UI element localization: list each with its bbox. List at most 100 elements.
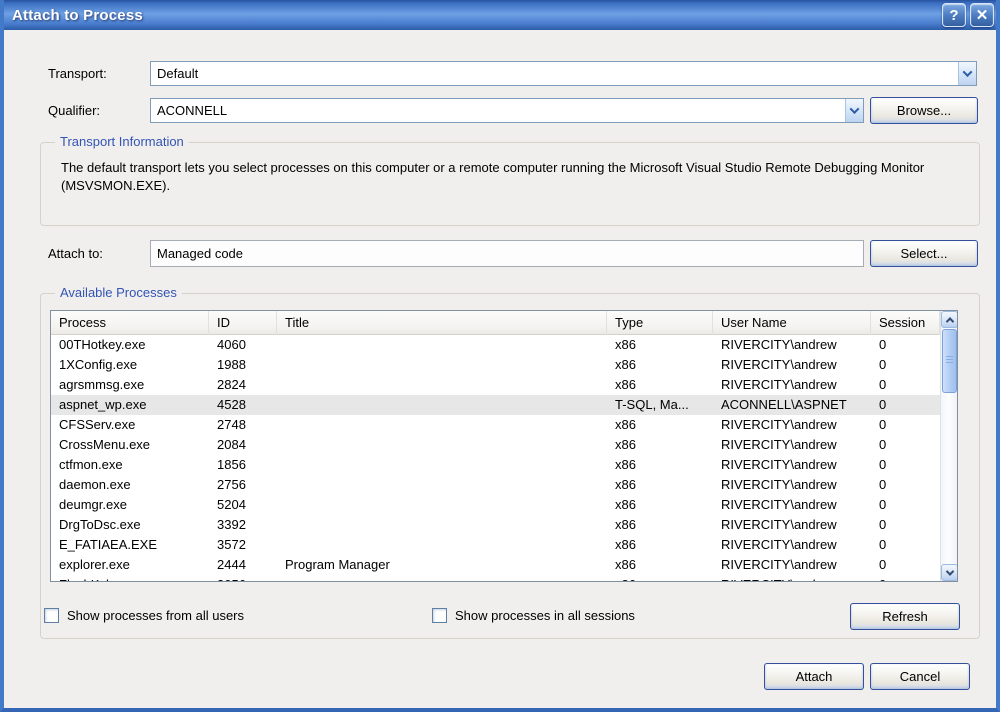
cancel-button-label: Cancel — [900, 669, 940, 684]
attach-to-field[interactable]: Managed code — [150, 240, 864, 267]
cell: 0 — [871, 395, 940, 415]
table-row[interactable]: aspnet_wp.exe4528T-SQL, Ma...ACONNELL\AS… — [51, 395, 940, 415]
cell: x86 — [607, 555, 713, 575]
cell: 5204 — [209, 495, 277, 515]
table-row[interactable]: 1XConfig.exe1988 x86RIVERCITY\andrew0 — [51, 355, 940, 375]
cell: RIVERCITY\andrew — [713, 495, 871, 515]
cell: 0 — [871, 575, 940, 581]
show-all-users-checkbox[interactable] — [44, 608, 59, 623]
cell: RIVERCITY\andrew — [713, 515, 871, 535]
column-header-type[interactable]: Type — [607, 311, 713, 335]
transport-label: Transport: — [48, 66, 107, 81]
cell: explorer.exe — [51, 555, 209, 575]
show-all-sessions-row: Show processes in all sessions — [432, 608, 635, 623]
table-row[interactable]: ctfmon.exe1856x86RIVERCITY\andrew0 — [51, 455, 940, 475]
help-icon: ? — [949, 7, 958, 24]
cell: RIVERCITY\andrew — [713, 355, 871, 375]
cell: 4060 — [209, 335, 277, 355]
titlebar[interactable]: Attach to Process ? ✕ — [0, 0, 1000, 30]
table-row[interactable]: 00THotkey.exe4060x86RIVERCITY\andrew0 — [51, 335, 940, 355]
cell: 0 — [871, 495, 940, 515]
cell: 1856 — [209, 455, 277, 475]
show-all-users-label: Show processes from all users — [67, 608, 244, 623]
cell: RIVERCITY\andrew — [713, 415, 871, 435]
cell: 1988 — [209, 355, 277, 375]
close-button[interactable]: ✕ — [970, 3, 994, 27]
cell: 00THotkey.exe — [51, 335, 209, 355]
cell: daemon.exe — [51, 475, 209, 495]
cell: 3572 — [209, 535, 277, 555]
cell: x86 — [607, 475, 713, 495]
help-button[interactable]: ? — [942, 3, 966, 27]
table-row[interactable]: E_FATIAEA.EXE3572x86RIVERCITY\andrew0 — [51, 535, 940, 555]
cell: DrgToDsc.exe — [51, 515, 209, 535]
cell: E_FATIAEA.EXE — [51, 535, 209, 555]
cell: x86 — [607, 355, 713, 375]
show-all-sessions-checkbox[interactable] — [432, 608, 447, 623]
table-row[interactable]: explorer.exe2444Program Managerx86RIVERC… — [51, 555, 940, 575]
cell: aspnet_wp.exe — [51, 395, 209, 415]
column-header-process[interactable]: Process — [51, 311, 209, 335]
cell — [277, 535, 607, 555]
cell — [277, 495, 607, 515]
cell: 0 — [871, 535, 940, 555]
qualifier-value: ACONNELL — [151, 103, 845, 118]
cell: CrossMenu.exe — [51, 435, 209, 455]
cell: Program Manager — [277, 555, 607, 575]
cell: 0 — [871, 355, 940, 375]
attach-button[interactable]: Attach — [764, 663, 864, 690]
scroll-up-button[interactable] — [941, 311, 958, 328]
cell: 1XConfig.exe — [51, 355, 209, 375]
cell: 0 — [871, 475, 940, 495]
cell: 0 — [871, 515, 940, 535]
show-all-users-row: Show processes from all users — [44, 608, 244, 623]
cell: ACONNELL\ASPNET — [713, 395, 871, 415]
transport-information-text: The default transport lets you select pr… — [61, 159, 973, 195]
column-header-id[interactable]: ID — [209, 311, 277, 335]
attach-to-label: Attach to: — [48, 246, 103, 261]
qualifier-dropdown-button[interactable] — [845, 99, 863, 122]
browse-button[interactable]: Browse... — [870, 97, 978, 124]
qualifier-combobox[interactable]: ACONNELL — [150, 98, 864, 123]
cell: RIVERCITY\andrew — [713, 555, 871, 575]
cell: 2748 — [209, 415, 277, 435]
column-header-title[interactable]: Title — [277, 311, 607, 335]
table-row[interactable]: CFSServ.exe2748x86RIVERCITY\andrew0 — [51, 415, 940, 435]
table-row[interactable]: daemon.exe2756x86RIVERCITY\andrew0 — [51, 475, 940, 495]
table-row[interactable]: agrsmmsg.exe2824x86RIVERCITY\andrew0 — [51, 375, 940, 395]
cell: RIVERCITY\andrew — [713, 435, 871, 455]
available-processes-title: Available Processes — [55, 285, 182, 300]
transport-value: Default — [151, 66, 958, 81]
cell — [277, 395, 607, 415]
cancel-button[interactable]: Cancel — [870, 663, 970, 690]
table-row[interactable]: deumgr.exe5204x86RIVERCITY\andrew0 — [51, 495, 940, 515]
cell: RIVERCITY\andrew — [713, 375, 871, 395]
column-header-user-name[interactable]: User Name — [713, 311, 871, 335]
cell: 0 — [871, 335, 940, 355]
table-row[interactable]: DrgToDsc.exe3392x86RIVERCITY\andrew0 — [51, 515, 940, 535]
scrollbar-thumb[interactable] — [942, 329, 957, 393]
process-table-body: 00THotkey.exe4060x86RIVERCITY\andrew01XC… — [51, 335, 940, 581]
vertical-scrollbar[interactable] — [940, 311, 957, 581]
cell — [277, 435, 607, 455]
attach-to-value: Managed code — [151, 246, 863, 261]
select-button-label: Select... — [901, 246, 948, 261]
select-button[interactable]: Select... — [870, 240, 978, 267]
cell — [277, 515, 607, 535]
transport-combobox[interactable]: Default — [150, 61, 977, 86]
cell — [277, 455, 607, 475]
cell — [277, 355, 607, 375]
table-row[interactable]: FlashKsk.exe3056x86RIVERCITY\andrew0 — [51, 575, 940, 581]
transport-information-group: Transport Information The default transp… — [40, 142, 980, 226]
cell — [277, 375, 607, 395]
process-list: ProcessIDTitleTypeUser NameSession 00THo… — [50, 310, 958, 582]
table-row[interactable]: CrossMenu.exe2084x86RIVERCITY\andrew0 — [51, 435, 940, 455]
column-header-session[interactable]: Session — [871, 311, 940, 335]
scroll-down-button[interactable] — [941, 564, 958, 581]
refresh-button[interactable]: Refresh — [850, 603, 960, 630]
cell: RIVERCITY\andrew — [713, 535, 871, 555]
cell: 4528 — [209, 395, 277, 415]
cell: 2084 — [209, 435, 277, 455]
qualifier-label: Qualifier: — [48, 103, 100, 118]
transport-dropdown-button[interactable] — [958, 62, 976, 85]
